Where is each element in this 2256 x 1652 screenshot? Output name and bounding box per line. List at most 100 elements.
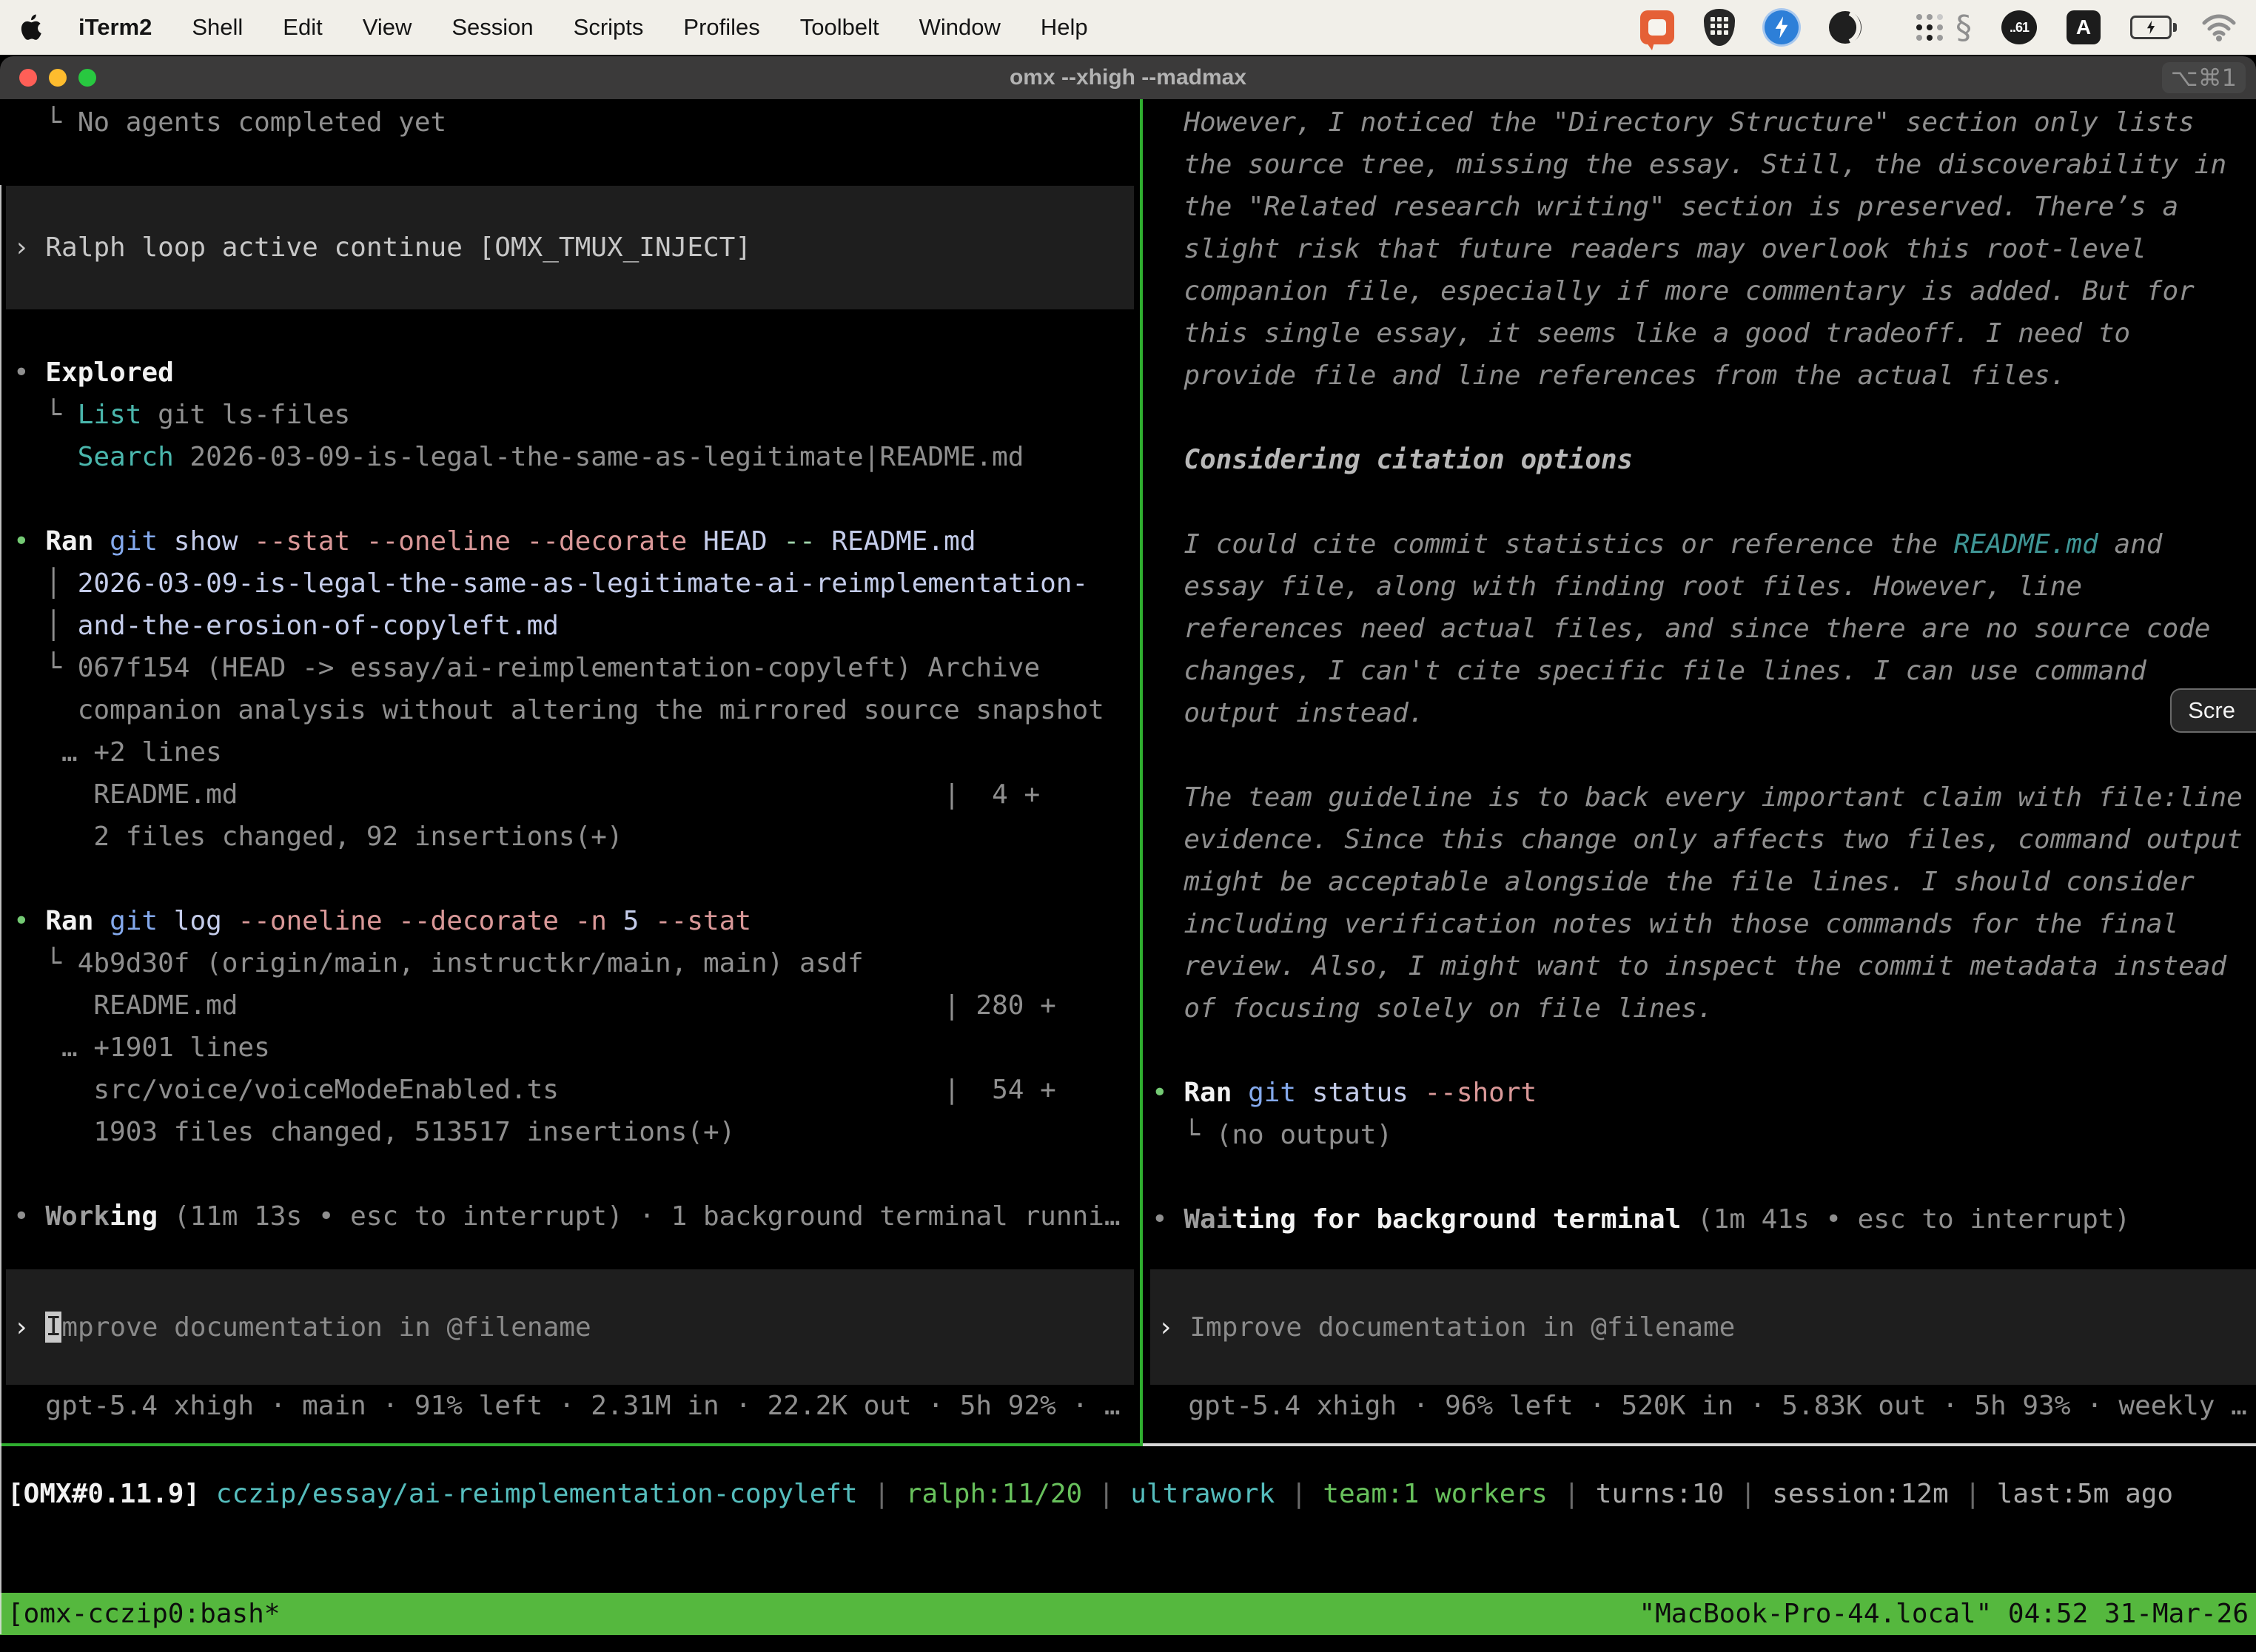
dots-grid-shape (1916, 14, 1922, 20)
terminal-line: changes, I can't cite specific file line… (1143, 650, 2256, 692)
right-lines: However, I noticed the "Directory Struct… (1143, 101, 2256, 1240)
text-segment: -- (783, 526, 831, 557)
s-hook-icon[interactable]: § (1955, 9, 1972, 47)
terminal-line: companion file, especially if more comme… (1143, 270, 2256, 312)
circle-61-icon[interactable]: ..61 (2001, 10, 2037, 44)
terminal-line: │ and-the-erosion-of-copyleft.md (0, 605, 1140, 647)
text-segment: └ (13, 948, 78, 978)
text-segment: git ls-files (141, 400, 350, 430)
text-segment: team:1 workers (1323, 1479, 1547, 1509)
text-segment: output instead. (1152, 698, 1424, 728)
apple-menu-icon[interactable] (19, 12, 46, 43)
pie-circle-shape (1828, 10, 1862, 44)
text-segment: Ran (45, 906, 110, 936)
terminal-line (1143, 1156, 2256, 1198)
terminal-line: output instead. (1143, 692, 2256, 734)
wifi-icon[interactable] (2201, 13, 2237, 42)
text-segment: (1m 41s • esc to interrupt) (1681, 1204, 2130, 1235)
text-segment: cczip/essay/ai-reimplementation-copyleft (216, 1479, 858, 1509)
text-segment: of focusing solely on file lines. (1152, 993, 1713, 1024)
minimize-button[interactable] (49, 69, 67, 87)
menu-item-window[interactable]: Window (919, 14, 1001, 41)
left-pane[interactable]: └ No agents completed yet› Ralph loop ac… (0, 99, 1140, 1443)
text-segment: 1903 files changed, 513517 insertions(+) (13, 1117, 735, 1147)
text-segment: status (1312, 1078, 1425, 1108)
pie-circle-icon[interactable] (1828, 10, 1862, 44)
text-segment: | (1275, 1479, 1323, 1509)
terminal-line (0, 1153, 1140, 1195)
text-segment: [OMX#0.11.9] (7, 1479, 200, 1509)
menu-item-session[interactable]: Session (451, 14, 533, 41)
a-square-icon[interactable]: A (2067, 10, 2101, 44)
text-segment: README.md (1954, 529, 2098, 560)
terminal-line: including verification notes with those … (1143, 903, 2256, 945)
text-segment: might be acceptable alongside the file l… (1152, 867, 2195, 897)
text-segment: and-the-erosion-of-copyleft.md (78, 611, 559, 641)
input-placeholder: Improve documentation in @filename (1189, 1312, 1735, 1343)
screen-share-overlay-button[interactable]: Scre (2170, 688, 2256, 733)
text-segment: 067f154 (HEAD -> essay/ai-reimplementati… (78, 653, 1040, 683)
text-segment (1152, 445, 1184, 475)
terminal-line: essay file, along with finding root file… (1143, 565, 2256, 608)
text-segment: 5 (623, 906, 655, 936)
terminal-line (1143, 481, 2256, 523)
menu-items: iTerm2 Shell Edit View Session Scripts Profile… (78, 14, 1088, 41)
text-segment: session:12m (1772, 1479, 1948, 1509)
menu-item-profiles[interactable]: Profiles (683, 14, 759, 41)
menu-item-edit[interactable]: Edit (283, 14, 322, 41)
blue-sync-icon[interactable] (1765, 10, 1799, 44)
traffic-lights (19, 69, 96, 87)
text-segment: └ (13, 653, 78, 683)
terminal[interactable]: └ No agents completed yet› Ralph loop ac… (0, 99, 2256, 1652)
title-bar[interactable]: omx --xhigh --madmax ⌥⌘1 (0, 56, 2256, 99)
terminal-line: of focusing solely on file lines. (1143, 987, 2256, 1030)
text-segment: Explored (45, 357, 173, 388)
terminal-line: slight risk that future readers may over… (1143, 228, 2256, 270)
chat-bubble-shape (1648, 19, 1666, 36)
menu-item-view[interactable]: View (363, 14, 412, 41)
text-segment: companion analysis without altering the … (13, 695, 1104, 725)
text-segment: review. Also, I might want to inspect th… (1152, 951, 2226, 981)
battery-bolt (2145, 20, 2157, 35)
pane-divider[interactable] (1140, 99, 1143, 1446)
shield-grid-icon[interactable] (1704, 9, 1735, 46)
text-segment: 2026-03-09-is-legal-the-same-as-legitima… (78, 568, 1088, 599)
text-segment: turns:10 (1596, 1479, 1724, 1509)
text-segment: I could cite commit statistics or refere… (1152, 529, 1954, 560)
menu-item-scripts[interactable]: Scripts (574, 14, 644, 41)
text-segment: companion file, especially if more comme… (1152, 276, 2195, 306)
chat-app-icon[interactable] (1640, 10, 1674, 44)
text-segment: evidence. Since this change only affects… (1152, 825, 2243, 855)
menu-item-toolbelt[interactable]: Toolbelt (800, 14, 879, 41)
text-segment: 2 files changed, 92 insertions(+) (13, 822, 623, 852)
text-segment (200, 1479, 216, 1509)
omx-status-text: [OMX#0.11.9] cczip/essay/ai-reimplementa… (0, 1473, 2256, 1515)
terminal-line: I could cite commit statistics or refere… (1143, 523, 2256, 565)
terminal-line (1143, 397, 2256, 439)
text-segment: 2026-03-09-is-legal-the-same-as-legitima… (174, 442, 1024, 472)
text-segment: | (1949, 1479, 1997, 1509)
dots-grid-icon[interactable] (1892, 10, 1926, 44)
text-segment: essay file, along with finding root file… (1152, 571, 2082, 602)
menu-item-shell[interactable]: Shell (192, 14, 243, 41)
battery-nub (2173, 23, 2177, 32)
text-segment: Search (78, 442, 174, 472)
text-segment: --stat --oneline --decorate (254, 526, 703, 557)
left-input-box[interactable]: › Improve documentation in @filename (6, 1269, 1134, 1385)
text-segment: src/voice/voiceModeEnabled.ts | 54 + (13, 1075, 1056, 1105)
terminal-line: The team guideline is to back every impo… (1143, 776, 2256, 819)
text-segment: • (13, 526, 45, 557)
battery-icon[interactable] (2130, 16, 2172, 39)
omx-status-line: [OMX#0.11.9] cczip/essay/ai-reimplementa… (0, 1473, 2256, 1515)
menu-item-iterm2[interactable]: iTerm2 (78, 14, 152, 41)
right-input-box[interactable]: › Improve documentation in @filename (1150, 1269, 2256, 1385)
menu-item-help[interactable]: Help (1041, 14, 1088, 41)
text-segment: List (78, 400, 142, 430)
text-segment: README.md | 4 + (13, 779, 1040, 810)
right-pane[interactable]: However, I noticed the "Directory Struct… (1143, 99, 2256, 1443)
text-segment: this single essay, it seems like a good … (1152, 318, 2130, 349)
text-segment: However, I noticed the "Directory Struct… (1152, 107, 2195, 138)
close-button[interactable] (19, 69, 37, 87)
zoom-button[interactable] (78, 69, 96, 87)
text-segment: | (1724, 1479, 1772, 1509)
